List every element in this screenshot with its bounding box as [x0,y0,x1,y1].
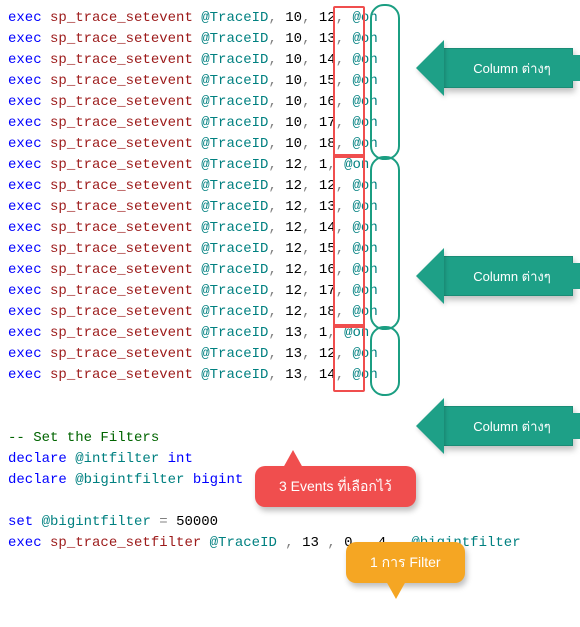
setevent-line: exec sp_trace_setevent @TraceID, 10, 14,… [8,50,572,71]
event-id: 10 [285,136,302,152]
setevent-line: exec sp_trace_setevent @TraceID, 13, 12,… [8,344,572,365]
event-id: 12 [285,220,302,236]
event-id: 10 [285,73,302,89]
setevent-line: exec sp_trace_setevent @TraceID, 12, 12,… [8,176,572,197]
setevent-line: exec sp_trace_setevent @TraceID, 10, 12,… [8,8,572,29]
event-id: 13 [285,325,302,341]
event-id: 10 [285,31,302,47]
setevent-line: exec sp_trace_setevent @TraceID, 13, 1, … [8,323,572,344]
column-id: 12 [319,178,336,194]
event-id: 13 [285,346,302,362]
column-id: 15 [319,73,336,89]
setevent-line: exec sp_trace_setevent @TraceID, 10, 16,… [8,92,572,113]
column-id: 16 [319,262,336,278]
event-id: 12 [285,304,302,320]
column-id: 16 [319,94,336,110]
event-id: 13 [285,367,302,383]
code-area: exec sp_trace_setevent @TraceID, 10, 12,… [8,8,572,554]
column-id: 15 [319,241,336,257]
blank-line [8,407,572,428]
column-id: 18 [319,136,336,152]
setevent-line: exec sp_trace_setevent @TraceID, 12, 14,… [8,218,572,239]
column-id: 18 [319,304,336,320]
setevent-line: exec sp_trace_setevent @TraceID, 13, 14,… [8,365,572,386]
annotation-callout-events: 3 Events ที่เลือกไว้ [255,466,416,507]
column-id: 13 [319,199,336,215]
event-id: 12 [285,178,302,194]
event-id: 10 [285,52,302,68]
column-id: 12 [319,10,336,26]
setevent-line: exec sp_trace_setevent @TraceID, 10, 13,… [8,29,572,50]
sql-comment: -- Set the Filters [8,430,159,446]
setevent-line: exec sp_trace_setevent @TraceID, 12, 16,… [8,260,572,281]
column-id: 12 [319,346,336,362]
setevent-line: exec sp_trace_setevent @TraceID, 12, 18,… [8,302,572,323]
setevent-line: exec sp_trace_setevent @TraceID, 12, 17,… [8,281,572,302]
column-id: 14 [319,220,336,236]
column-id: 17 [319,115,336,131]
setevent-line: exec sp_trace_setevent @TraceID, 10, 15,… [8,71,572,92]
column-id: 14 [319,52,336,68]
callout-label: 1 การ Filter [370,554,441,570]
setevent-line: exec sp_trace_setevent @TraceID, 12, 15,… [8,239,572,260]
set-line: set @bigintfilter = 50000 [8,512,572,533]
event-id: 12 [285,262,302,278]
setfilter-line: exec sp_trace_setfilter @TraceID , 13 , … [8,533,572,554]
event-id: 10 [285,115,302,131]
blank-line [8,386,572,407]
event-id: 12 [285,199,302,215]
event-id: 12 [285,283,302,299]
annotation-callout-filter: 1 การ Filter [346,542,465,583]
column-id: 13 [319,31,336,47]
event-id: 12 [285,157,302,173]
column-id: 17 [319,283,336,299]
event-id: 10 [285,10,302,26]
setevent-line: exec sp_trace_setevent @TraceID, 10, 17,… [8,113,572,134]
event-id: 10 [285,94,302,110]
setevent-line: exec sp_trace_setevent @TraceID, 10, 18,… [8,134,572,155]
column-id: 14 [319,367,336,383]
setevent-line: exec sp_trace_setevent @TraceID, 12, 1, … [8,155,572,176]
comment-line: -- Set the Filters [8,428,572,449]
callout-label: 3 Events ที่เลือกไว้ [279,478,392,494]
setevent-line: exec sp_trace_setevent @TraceID, 12, 13,… [8,197,572,218]
event-id: 12 [285,241,302,257]
